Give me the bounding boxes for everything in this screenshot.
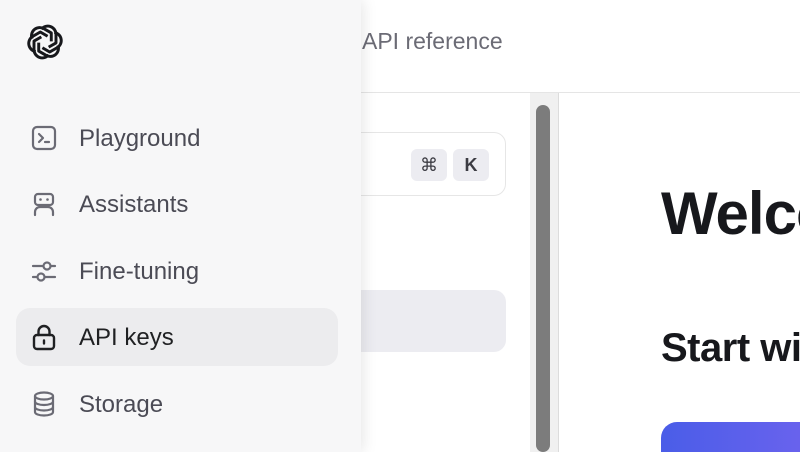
sidebar-item-assistants[interactable]: Assistants [16, 175, 338, 233]
sliders-icon [31, 261, 57, 282]
section-heading: Start with the basics [661, 326, 800, 370]
sidebar-item-api-keys[interactable]: API keys [16, 308, 338, 366]
scrollbar-thumb[interactable] [536, 105, 550, 452]
command-key-badge: ⌘ [411, 149, 447, 181]
nav-selected-item[interactable] [340, 290, 506, 352]
sidebar-item-label: Assistants [79, 191, 189, 218]
sidebar-item-label: Playground [79, 125, 201, 152]
database-icon [33, 391, 55, 417]
sidebar-item-fine-tuning[interactable]: Fine-tuning [16, 242, 338, 300]
api-reference-link[interactable]: API reference [362, 28, 503, 55]
sidebar-item-label: API keys [79, 324, 174, 351]
primary-action-button[interactable] [661, 422, 800, 452]
lock-icon [32, 324, 56, 351]
openai-logo-icon[interactable] [21, 20, 69, 64]
sidebar-item-label: Fine-tuning [79, 258, 200, 285]
sidebar-item-label: Storage [79, 391, 164, 418]
sidebar-item-playground[interactable]: Playground [16, 109, 338, 167]
sidebar-item-storage[interactable]: Storage [16, 375, 338, 433]
terminal-icon [31, 125, 57, 151]
sidebar: Playground Assistants Fine-tuning API ke… [0, 0, 361, 452]
main-content: Welcome Start with the basics [559, 93, 800, 452]
robot-icon [33, 192, 55, 217]
page-title: Welcome [661, 180, 800, 247]
k-key-badge: K [453, 149, 489, 181]
